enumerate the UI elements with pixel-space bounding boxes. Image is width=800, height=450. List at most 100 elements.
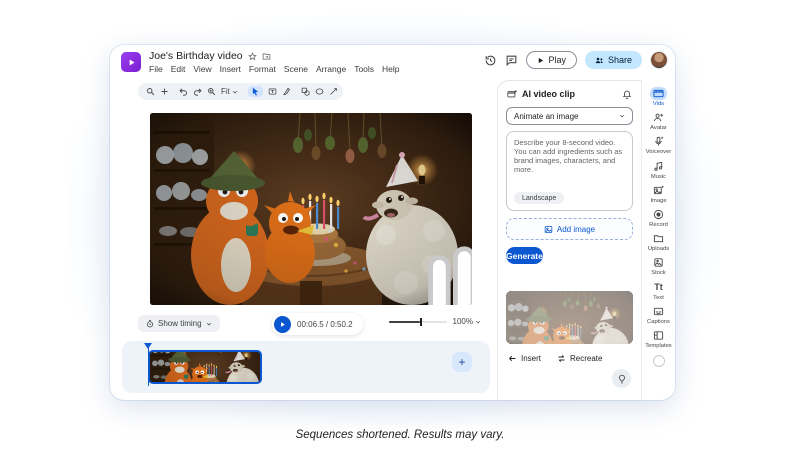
zoom-level-value: 100% [453,317,473,326]
move-folder-icon[interactable] [262,52,271,61]
timing-icon [146,320,154,328]
timeline-play-button[interactable] [274,316,291,333]
vids-logo[interactable] [121,52,141,72]
app-header: Joe's Birthday video File Edit View Inse… [110,45,675,81]
menu-scene[interactable]: Scene [284,64,308,74]
add-image-button[interactable]: Add image [506,218,633,240]
add-scene-button[interactable]: + [452,352,472,372]
person-add-icon [653,112,664,123]
chevron-down-icon [619,113,625,119]
pen-tool-icon[interactable] [282,87,291,96]
people-icon [595,56,604,65]
document-title[interactable]: Joe's Birthday video [149,50,243,62]
chevron-down-icon [206,321,212,327]
comment-icon[interactable] [505,54,518,67]
undo-icon[interactable] [179,87,188,96]
menu-arrange[interactable]: Arrange [316,64,346,74]
menu-file[interactable]: File [149,64,163,74]
playback-pill: 00:06.5 / 0:50.2 [272,313,363,335]
menu-edit[interactable]: Edit [171,64,186,74]
ai-video-clip-panel: AI video clip Animate an image Landscape… [497,80,641,400]
help-icon[interactable] [653,355,665,367]
shapes-tool-icon[interactable] [301,87,310,96]
ai-prompt-input[interactable] [507,132,632,184]
ai-panel-title: AI video clip [522,89,617,99]
menu-tools[interactable]: Tools [354,64,374,74]
editor-canvas [110,100,497,340]
movie-clip-icon [507,89,517,99]
timeline-clip[interactable] [148,350,262,384]
show-timing-dropdown[interactable]: Show timing [138,315,220,332]
player-controls: Show timing 00:06.5 / 0:50.2 100% [110,313,497,337]
zoom-icon[interactable] [207,87,216,96]
play-triangle-icon [127,58,136,67]
generate-button[interactable]: Generate [506,247,543,264]
star-icon[interactable] [248,52,257,61]
sidebar-item-record[interactable]: Record [642,208,675,228]
play-icon [537,57,544,64]
sidebar-item-voiceover[interactable]: Voiceover [642,135,675,155]
tips-button[interactable] [612,369,631,388]
share-button[interactable]: Share [585,51,642,69]
circle-tool-icon[interactable] [315,87,324,96]
ai-mode-value: Animate an image [514,112,578,121]
lightbulb-icon [617,374,627,384]
sidebar-item-avatar[interactable]: Avatar [642,111,675,131]
image-sparkle-icon [653,185,664,196]
sidebar-item-music[interactable]: Music [642,160,675,180]
zoom-control: 100% [389,317,481,326]
add-icon[interactable] [160,87,169,96]
generated-clip-thumbnail[interactable] [506,291,633,344]
menu-format[interactable]: Format [249,64,276,74]
image-icon [544,225,553,234]
zoom-slider[interactable] [389,321,447,323]
playback-time: 00:06.5 / 0:50.2 [297,320,361,329]
chevron-down-icon [232,89,238,95]
sidebar-item-uploads[interactable]: Uploads [642,232,675,252]
zoom-level-dropdown[interactable]: 100% [453,317,481,326]
record-icon [653,209,664,220]
text-icon: Tt [654,282,663,292]
search-icon[interactable] [146,87,155,96]
bell-icon[interactable] [622,89,632,99]
recreate-button[interactable]: Recreate [557,354,602,363]
select-tool-icon[interactable] [248,86,263,97]
video-frame[interactable] [150,113,472,305]
thumbnail-fade-overlay [506,291,633,344]
share-button-label: Share [608,55,632,65]
play-button-label: Play [548,55,566,65]
sidebar-item-stock[interactable]: Stock [642,256,675,276]
zoom-slider-thumb[interactable] [420,318,422,326]
music-note-icon [653,161,664,172]
mic-sparkle-icon [653,136,664,147]
textbox-tool-icon[interactable] [268,87,277,96]
line-tool-icon[interactable] [329,87,338,96]
arrow-left-icon [508,354,517,363]
tools-sidebar: Vids Avatar Voiceover Music Image Record [641,80,675,400]
play-icon [279,321,286,328]
recreate-label: Recreate [570,354,602,363]
insert-button[interactable]: Insert [508,354,541,363]
menu-view[interactable]: View [193,64,211,74]
sidebar-item-text[interactable]: Tt Text [642,281,675,301]
account-avatar[interactable] [650,51,668,69]
timeline[interactable]: + [122,341,490,393]
ai-mode-select[interactable]: Animate an image [506,107,633,125]
menu-insert[interactable]: Insert [220,64,241,74]
sidebar-item-image[interactable]: Image [642,184,675,204]
sidebar-item-templates[interactable]: Templates [642,329,675,349]
menu-help[interactable]: Help [382,64,399,74]
version-history-icon[interactable] [484,54,497,67]
stock-media-icon [653,257,664,268]
fit-dropdown[interactable]: Fit [221,87,238,96]
app-window: Joe's Birthday video File Edit View Inse… [110,45,675,400]
sidebar-item-vids[interactable]: Vids [642,87,675,107]
redo-icon[interactable] [193,87,202,96]
sidebar-item-captions[interactable]: Captions [642,305,675,325]
menu-bar: File Edit View Insert Format Scene Arran… [149,64,400,74]
aspect-ratio-chip[interactable]: Landscape [514,192,564,204]
zoom-slider-fill [389,321,421,323]
play-button[interactable]: Play [526,51,577,69]
timeline-clip-thumbnail [150,352,260,382]
captions-icon [653,306,664,317]
